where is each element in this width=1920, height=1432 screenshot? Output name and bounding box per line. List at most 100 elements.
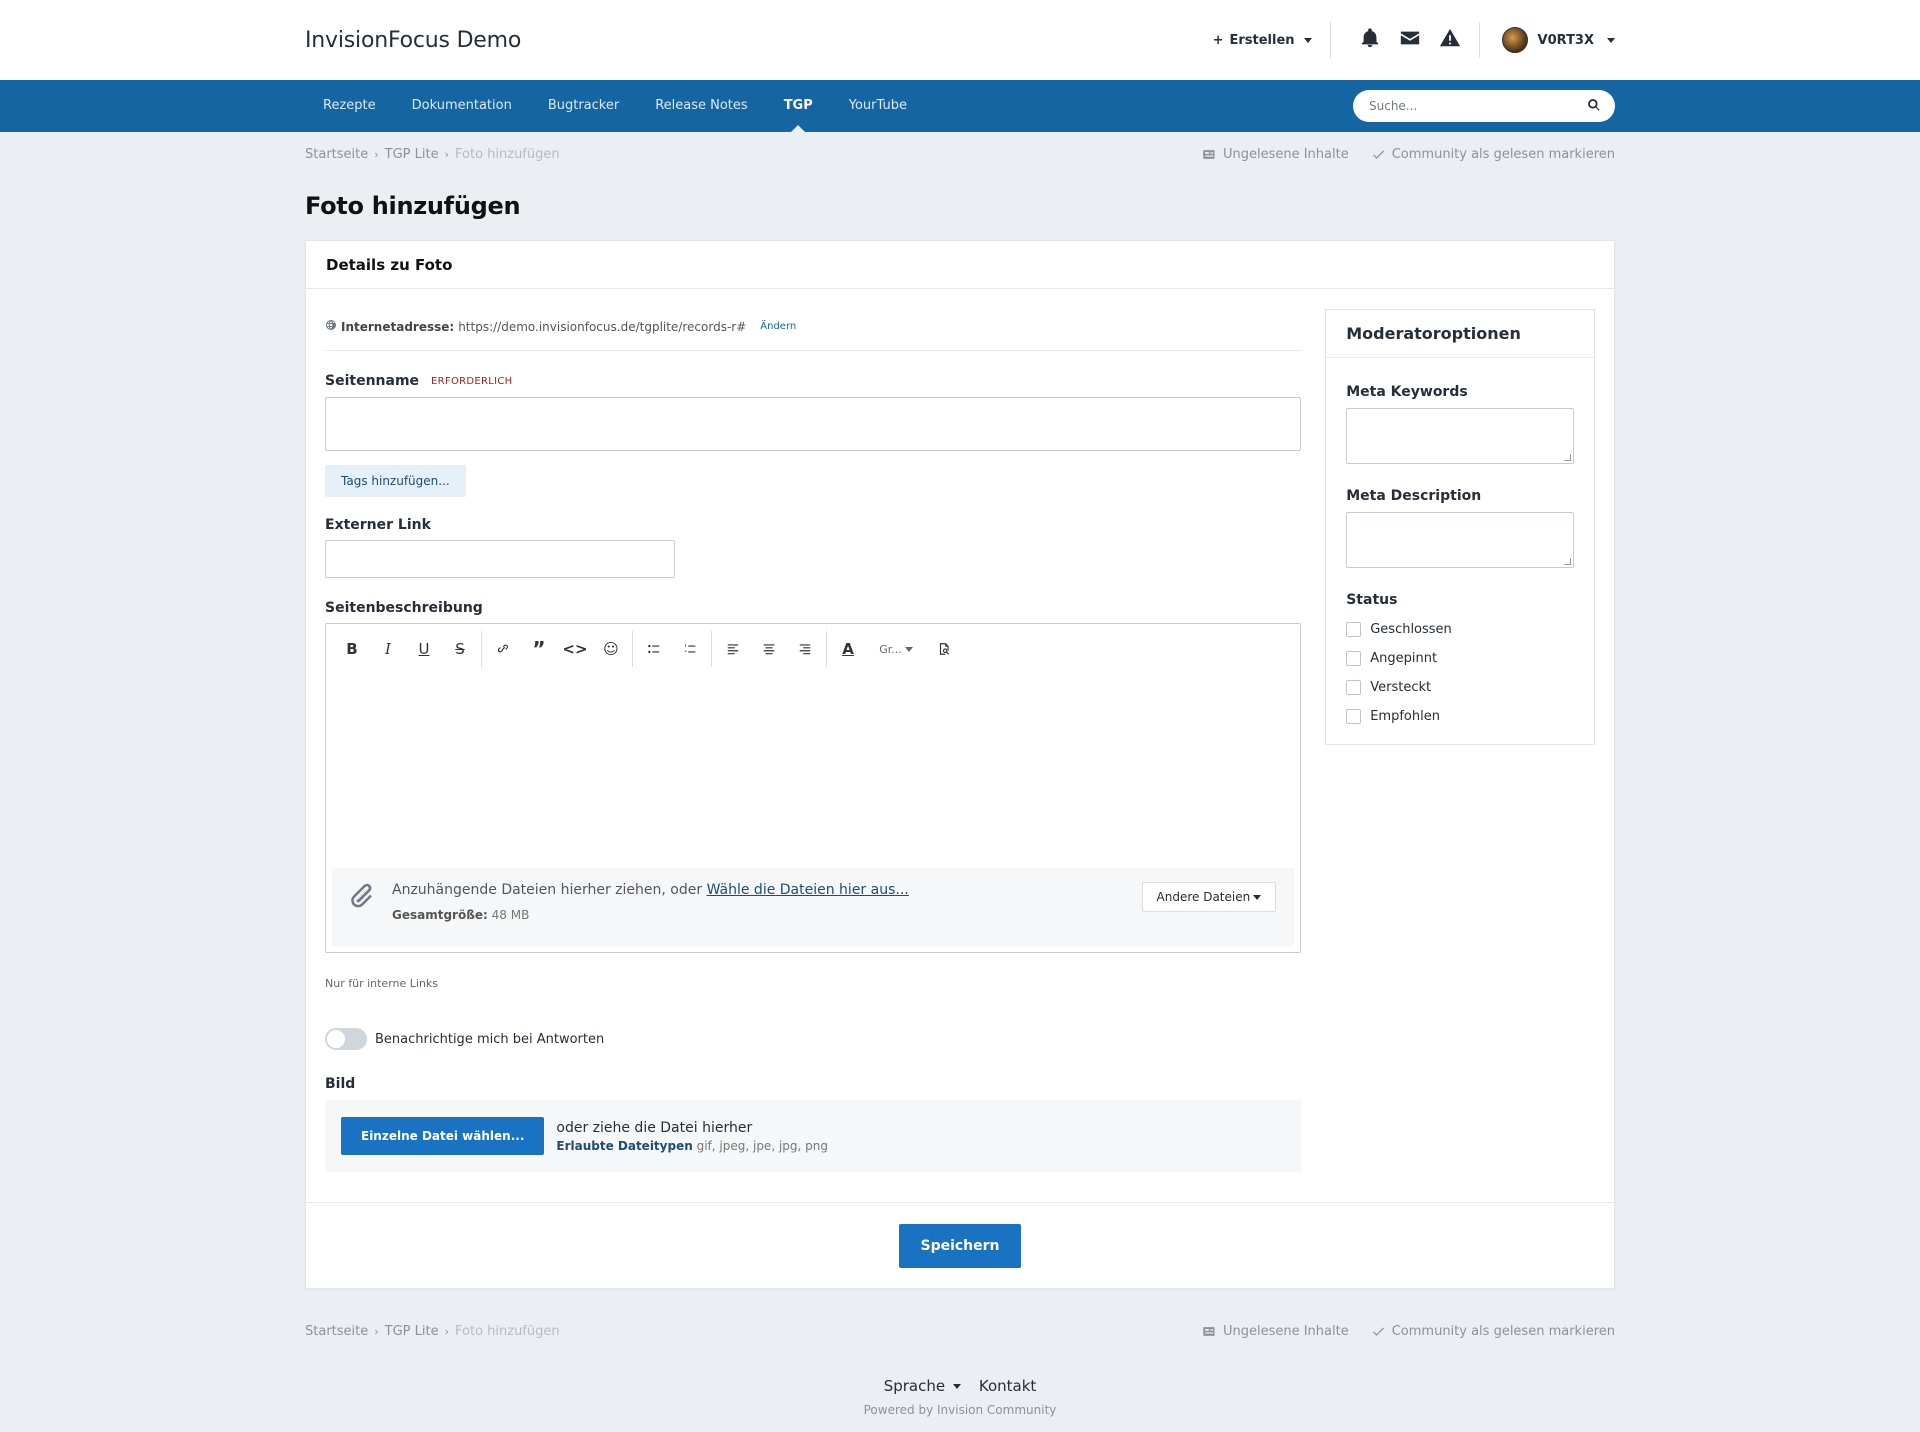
toolbar-divider: [826, 631, 827, 667]
unread-content-link[interactable]: Ungelesene Inhalte: [1202, 1324, 1349, 1339]
preview-icon[interactable]: [926, 634, 962, 664]
numbered-list-icon[interactable]: [672, 634, 708, 664]
language-menu[interactable]: Sprache: [884, 1377, 961, 1395]
save-button[interactable]: Speichern: [899, 1223, 1021, 1268]
emoji-icon[interactable]: ☺: [593, 634, 629, 664]
moderator-options-body: Meta Keywords Meta Description Status Ge…: [1326, 358, 1594, 744]
status-option-pinned[interactable]: Angepinnt: [1346, 651, 1574, 666]
unread-content-label: Ungelesene Inhalte: [1222, 146, 1349, 162]
page-name-input[interactable]: [325, 397, 1302, 451]
breadcrumb-item-tgp-lite[interactable]: TGP Lite: [385, 147, 439, 162]
form-footer: Speichern: [306, 1202, 1614, 1288]
status-option-label: Versteckt: [1370, 680, 1432, 695]
image-label: Bild: [325, 1076, 356, 1092]
upload-drop-text: oder ziehe die Datei hierher: [556, 1119, 753, 1136]
chevron-right-icon: ›: [374, 147, 379, 161]
align-left-icon[interactable]: [715, 634, 751, 664]
mark-read-link[interactable]: Community als gelesen markieren: [1371, 147, 1615, 162]
bullet-list-icon[interactable]: [636, 634, 672, 664]
toolbar-divider: [632, 631, 633, 667]
warning-icon[interactable]: [1439, 27, 1461, 53]
align-right-icon[interactable]: [787, 634, 823, 664]
newspaper-icon: [1202, 1324, 1217, 1339]
nav-item-release-notes[interactable]: Release Notes: [637, 80, 765, 132]
breadcrumb-actions: Ungelesene Inhalte Community als gelesen…: [1202, 1324, 1615, 1339]
required-badge: ERFORDERLICH: [431, 375, 513, 387]
caret-down-icon: [952, 1384, 961, 1389]
nav-item-tgp[interactable]: TGP: [766, 80, 831, 132]
caret-down-icon: [1607, 37, 1615, 43]
nav-item-bugtracker[interactable]: Bugtracker: [530, 80, 637, 132]
nav-items: Rezepte Dokumentation Bugtracker Release…: [305, 80, 925, 132]
mark-read-label: Community als gelesen markieren: [1391, 146, 1615, 162]
checkbox[interactable]: [1346, 622, 1362, 637]
italic-icon[interactable]: I: [370, 634, 406, 664]
caret-down-icon: [1253, 894, 1262, 900]
underline-icon[interactable]: U: [406, 634, 442, 664]
code-icon[interactable]: <>: [557, 634, 593, 664]
checkbox[interactable]: [1346, 651, 1362, 666]
other-files-button[interactable]: Andere Dateien: [1141, 882, 1277, 912]
total-size-value: 48 MB: [491, 908, 530, 922]
total-size-label: Gesamtgröße:: [392, 908, 488, 922]
checkbox[interactable]: [1346, 709, 1362, 724]
unread-content-link[interactable]: Ungelesene Inhalte: [1202, 147, 1349, 162]
notify-toggle[interactable]: [325, 1028, 367, 1050]
breadcrumb-item-home[interactable]: Startseite: [305, 1324, 368, 1339]
external-link-input[interactable]: [325, 540, 675, 578]
internal-links-hint: Nur für interne Links: [325, 977, 439, 990]
meta-keywords-label: Meta Keywords: [1346, 384, 1468, 400]
avatar: [1501, 27, 1528, 53]
status-option-hidden[interactable]: Versteckt: [1346, 680, 1574, 695]
breadcrumb-item-home[interactable]: Startseite: [305, 147, 368, 162]
notify-row: Benachrichtige mich bei Antworten: [325, 1028, 1301, 1050]
breadcrumb-bottom: Startseite › TGP Lite › Foto hinzufügen …: [305, 1309, 1615, 1353]
image-upload-zone[interactable]: Einzelne Datei wählen... oder ziehe die …: [325, 1100, 1302, 1172]
powered-by[interactable]: Powered by Invision Community: [305, 1403, 1615, 1417]
status-option-closed[interactable]: Geschlossen: [1346, 622, 1574, 637]
chevron-right-icon: ›: [444, 147, 449, 161]
header-icons: [1331, 27, 1479, 53]
font-size-dropdown[interactable]: Gr...: [866, 634, 926, 664]
status-option-featured[interactable]: Empfohlen: [1346, 709, 1574, 724]
rich-text-editor[interactable]: B I U S ” <> ☺ A Gr... Anzuhängende Date…: [325, 623, 1302, 953]
mark-read-link[interactable]: Community als gelesen markieren: [1371, 1324, 1615, 1339]
status-option-label: Geschlossen: [1370, 622, 1452, 637]
align-center-icon[interactable]: [751, 634, 787, 664]
total-size-row: Gesamtgröße: 48 MB: [392, 908, 909, 922]
attachment-dropzone[interactable]: Anzuhängende Dateien hierher ziehen, ode…: [332, 868, 1295, 946]
create-button-label: Erstellen: [1229, 32, 1295, 48]
checkbox[interactable]: [1346, 680, 1362, 695]
bold-icon[interactable]: B: [334, 634, 370, 664]
change-url-link[interactable]: Ändern: [760, 321, 796, 332]
status-option-label: Empfohlen: [1370, 709, 1440, 724]
text-color-icon[interactable]: A: [830, 634, 866, 664]
globe-icon: [325, 319, 337, 334]
breadcrumb: Startseite › TGP Lite › Foto hinzufügen …: [305, 132, 1615, 176]
nav-item-yourtube[interactable]: YourTube: [831, 80, 925, 132]
meta-description-field[interactable]: [1346, 512, 1574, 568]
external-link-label: Externer Link: [325, 517, 431, 533]
link-icon[interactable]: [485, 634, 521, 664]
nav-item-dokumentation[interactable]: Dokumentation: [394, 80, 530, 132]
main-nav: Rezepte Dokumentation Bugtracker Release…: [0, 80, 1920, 132]
moderator-column: Moderatoroptionen Meta Keywords Meta Des…: [1325, 309, 1595, 1172]
choose-file-button[interactable]: Einzelne Datei wählen...: [341, 1117, 545, 1155]
user-menu[interactable]: V0RT3X: [1480, 27, 1615, 53]
search-icon[interactable]: [1587, 98, 1601, 115]
site-brand[interactable]: InvisionFocus Demo: [305, 28, 521, 53]
envelope-icon[interactable]: [1399, 27, 1421, 53]
meta-keywords-field[interactable]: [1346, 408, 1574, 464]
choose-files-link[interactable]: Wähle die Dateien hier aus...: [707, 882, 909, 898]
contact-link[interactable]: Kontakt: [979, 1377, 1036, 1395]
add-tags-button[interactable]: Tags hinzufügen...: [325, 465, 466, 497]
bell-icon[interactable]: [1359, 27, 1381, 53]
create-button[interactable]: + Erstellen: [1195, 33, 1330, 48]
nav-item-rezepte[interactable]: Rezepte: [305, 80, 394, 132]
quote-icon[interactable]: ”: [521, 634, 557, 664]
language-label: Sprache: [883, 1377, 946, 1395]
strikethrough-icon[interactable]: S: [442, 634, 478, 664]
search-input[interactable]: Suche...: [1353, 90, 1615, 122]
breadcrumb-item-tgp-lite[interactable]: TGP Lite: [385, 1324, 439, 1339]
check-icon: [1371, 1324, 1386, 1339]
